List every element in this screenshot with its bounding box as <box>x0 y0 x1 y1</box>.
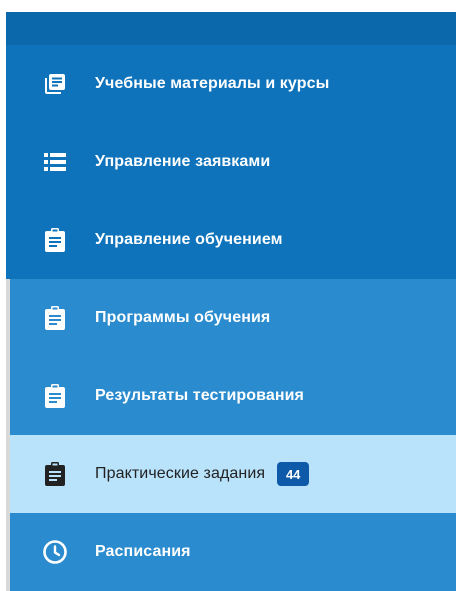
sidebar-item-label: Расписания <box>95 543 191 560</box>
sidebar-item-label: Управление обучением <box>95 231 283 248</box>
clipboard-icon <box>42 461 68 487</box>
sidebar-item-label: Управление заявками <box>95 153 271 170</box>
clipboard-icon <box>42 227 68 253</box>
clipboard-icon <box>42 383 68 409</box>
count-badge: 44 <box>277 462 310 486</box>
sidebar: Учебные материалы и курсы Управление зая… <box>6 12 456 591</box>
sidebar-item-label: Результаты тестирования <box>95 387 304 404</box>
sidebar-item-label: Программы обучения <box>95 309 271 326</box>
sidebar-item-practical-tasks[interactable]: Практические задания 44 <box>6 435 456 513</box>
sidebar-item-request-management[interactable]: Управление заявками <box>6 123 456 201</box>
list-icon <box>42 149 68 175</box>
sidebar-item-learning-materials[interactable]: Учебные материалы и курсы <box>6 45 456 123</box>
sidebar-top-bar <box>6 12 456 45</box>
sidebar-item-label: Учебные материалы и курсы <box>95 75 330 92</box>
sidebar-item-training-management[interactable]: Управление обучением <box>6 201 456 279</box>
library-books-icon <box>42 71 68 97</box>
sidebar-item-training-programs[interactable]: Программы обучения <box>6 279 456 357</box>
clipboard-icon <box>42 305 68 331</box>
clock-icon <box>42 539 68 565</box>
sidebar-item-test-results[interactable]: Результаты тестирования <box>6 357 456 435</box>
sidebar-item-schedules[interactable]: Расписания <box>6 513 456 591</box>
sidebar-item-label: Практические задания <box>95 465 266 482</box>
